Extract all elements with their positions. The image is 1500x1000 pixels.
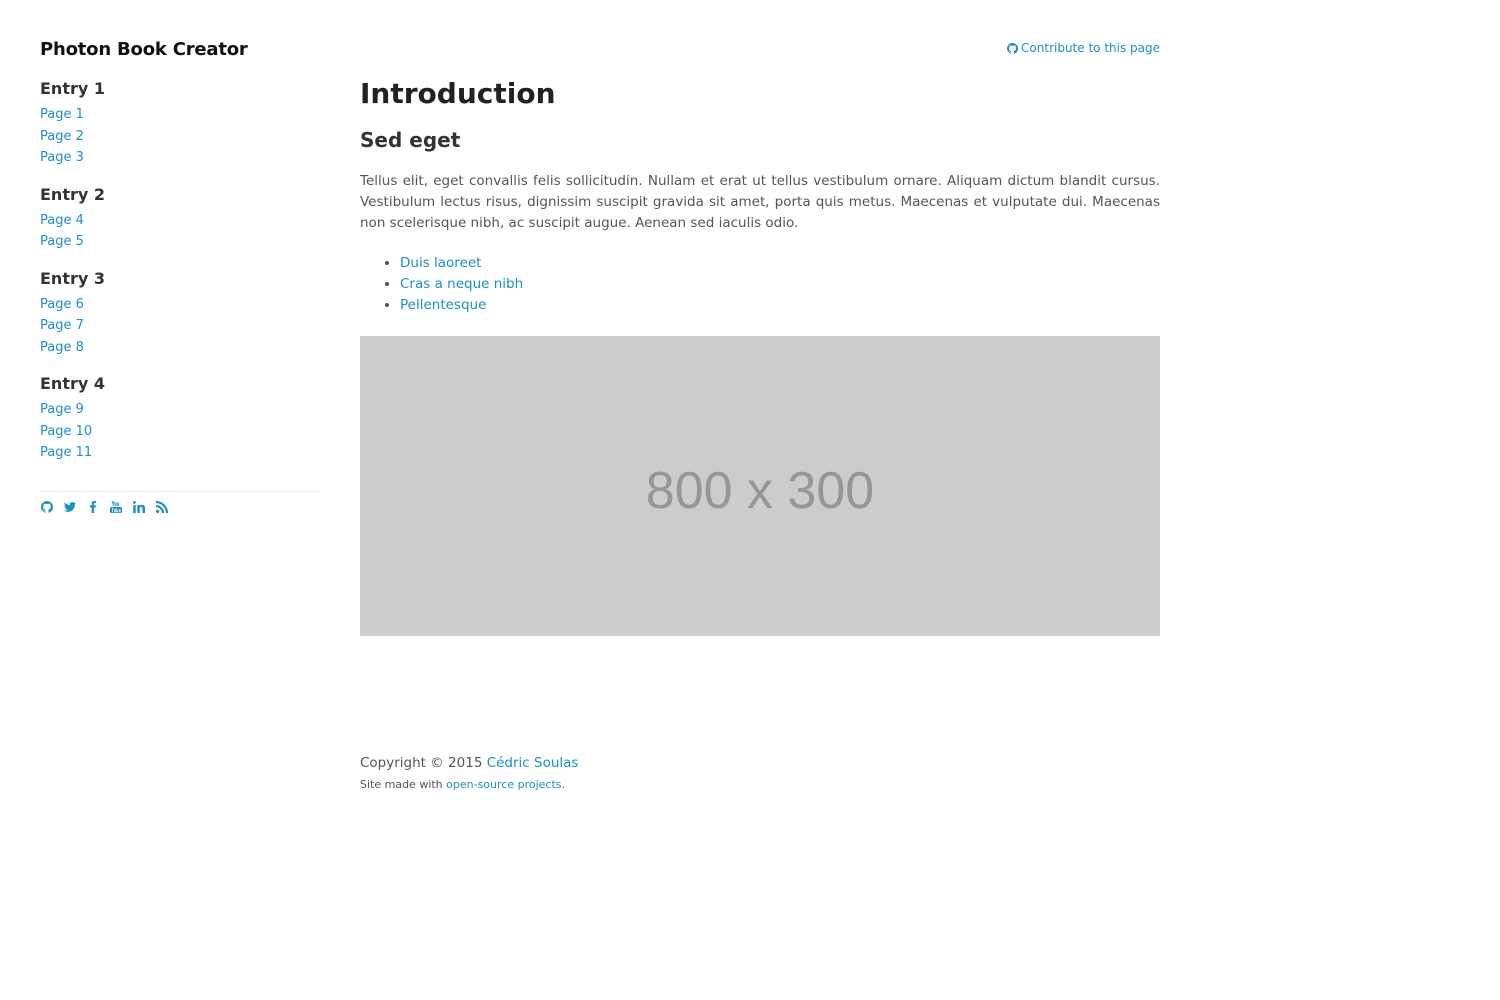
nav-link-page-11[interactable]: Page 11: [40, 442, 320, 464]
contribute-label: Contribute to this page: [1021, 41, 1160, 55]
nav-link-page-10[interactable]: Page 10: [40, 421, 320, 443]
image-placeholder-label: 800 x 300: [645, 462, 875, 520]
author-link[interactable]: Cédric Soulas: [487, 755, 579, 771]
nav-entry-title: Entry 2: [40, 184, 105, 204]
nav-entry-title: Entry 3: [40, 268, 105, 288]
nav-entry-title: Entry 4: [40, 374, 105, 393]
linkedin-icon[interactable]: [132, 501, 145, 514]
link-list: Duis laoreet Cras a neque nibh Pellentes…: [360, 253, 1160, 316]
made-with-text: Site made with: [360, 778, 447, 791]
nav-link-page-8[interactable]: Page 8: [40, 337, 320, 359]
sidebar-nav: Entry 1 Page 1 Page 2 Page 3 Entry 2 Pag…: [40, 79, 320, 464]
image-placeholder: 800 x 300: [360, 336, 1160, 636]
nav-entry: Entry 4 Page 9 Page 10 Page 11: [40, 374, 320, 464]
nav-link-page-9[interactable]: Page 9: [40, 399, 320, 421]
copyright: Copyright © 2015 Cédric Soulas: [360, 752, 1160, 774]
made-with: Site made with open-source projects.: [360, 774, 1160, 796]
nav-link-page-1[interactable]: Page 1: [40, 104, 320, 126]
nav-entry-title: Entry 1: [40, 79, 105, 98]
nav-link-page-5[interactable]: Page 5: [40, 231, 320, 253]
list-item: Cras a neque nibh: [400, 274, 1160, 295]
section-title: Sed eget: [360, 128, 461, 152]
nav-entry: Entry 3 Page 6 Page 7 Page 8: [40, 269, 320, 359]
footer: Copyright © 2015 Cédric Soulas Site made…: [360, 752, 1160, 796]
youtube-icon[interactable]: [109, 501, 122, 514]
sidebar: Photon Book Creator Entry 1 Page 1 Page …: [40, 38, 320, 514]
page-title: Introduction: [360, 77, 556, 110]
copyright-text: Copyright © 2015: [360, 755, 487, 771]
list-link-cras-a-neque-nibh[interactable]: Cras a neque nibh: [400, 276, 523, 292]
nav-link-page-4[interactable]: Page 4: [40, 210, 320, 232]
list-item: Pellentesque: [400, 295, 1160, 316]
site-title[interactable]: Photon Book Creator: [40, 38, 320, 62]
nav-link-page-6[interactable]: Page 6: [40, 294, 320, 316]
github-icon: [1007, 42, 1019, 54]
open-source-link[interactable]: open-source projects.: [446, 778, 565, 791]
list-item: Duis laoreet: [400, 253, 1160, 274]
rss-icon[interactable]: [155, 501, 168, 514]
main-content: Contribute to this page Introduction Sed…: [360, 38, 1160, 636]
list-link-pellentesque[interactable]: Pellentesque: [400, 297, 486, 313]
nav-link-page-3[interactable]: Page 3: [40, 147, 320, 169]
list-link-duis-laoreet[interactable]: Duis laoreet: [400, 255, 481, 271]
body-paragraph: Tellus elit, eget convallis felis sollic…: [360, 173, 1160, 231]
nav-link-page-7[interactable]: Page 7: [40, 315, 320, 337]
facebook-icon[interactable]: [86, 501, 99, 514]
sidebar-divider: [40, 490, 320, 492]
nav-entry: Entry 2 Page 4 Page 5: [40, 185, 320, 253]
nav-link-page-2[interactable]: Page 2: [40, 126, 320, 148]
github-icon[interactable]: [40, 501, 53, 514]
twitter-icon[interactable]: [63, 501, 76, 514]
contribute-link[interactable]: Contribute to this page: [1007, 41, 1160, 55]
nav-entry: Entry 1 Page 1 Page 2 Page 3: [40, 79, 320, 169]
social-links: [40, 501, 320, 514]
